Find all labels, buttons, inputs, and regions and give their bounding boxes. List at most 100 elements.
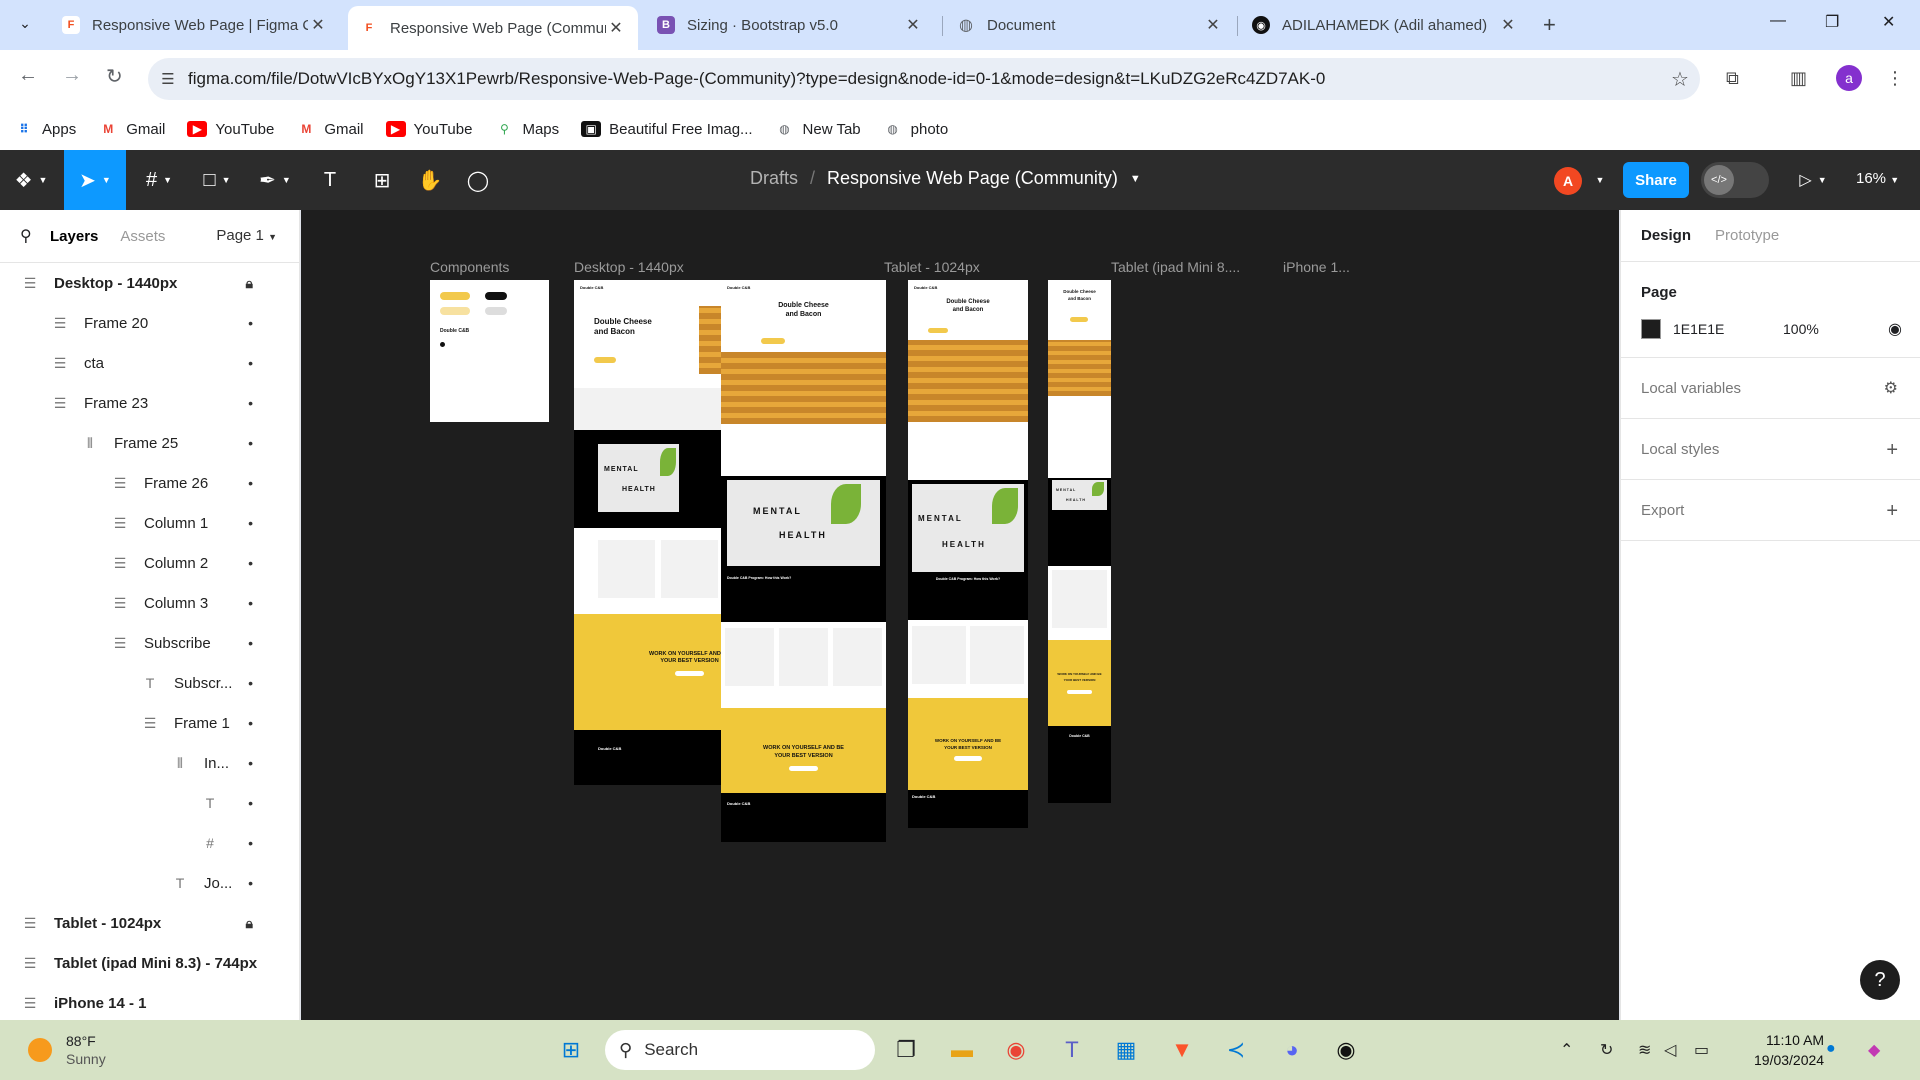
copilot-icon[interactable]: ◆ [1868,1040,1880,1060]
side-panel-icon[interactable]: ▥ [1790,68,1807,89]
layer-row[interactable]: ☰ Desktop - 1440px 🔒︎ [0,263,299,303]
layer-row[interactable]: ☰ Column 2 • [0,543,299,583]
layer-row[interactable]: ☰ Tablet (ipad Mini 8.3) - 744px [0,943,299,983]
bookmark-maps[interactable]: ⚲ Maps [494,121,559,138]
figma-main-menu-icon[interactable]: ❖ ▼ [6,150,56,210]
layer-dot-icon[interactable]: • [248,875,253,891]
task-view-icon[interactable]: ❐ [888,1032,924,1068]
close-tab-icon[interactable]: ✕ [1203,15,1223,35]
layer-dot-icon[interactable]: • [248,835,253,851]
layer-dot-icon[interactable]: • [248,715,253,731]
file-title[interactable]: Responsive Web Page (Community) [827,168,1118,190]
bookmark-star-icon[interactable]: ☆ [1660,67,1700,92]
notification-bell-icon[interactable]: ● [1826,1040,1836,1058]
sync-icon[interactable]: ↻ [1600,1040,1613,1060]
close-tab-icon[interactable]: ✕ [903,15,923,35]
layer-row[interactable]: ⦀ Frame 25 • [0,423,299,463]
layer-row[interactable]: ☰ Column 1 • [0,503,299,543]
design-canvas[interactable]: Components Desktop - 1440px Tablet - 102… [301,210,1619,1020]
tab-document[interactable]: ◍ Document ✕ [945,6,1235,44]
taskbar-search[interactable]: ⚲ Search [605,1030,875,1070]
page-fill-row[interactable]: 1E1E1E 100% ◉ [1621,301,1920,357]
move-tool-icon[interactable]: ➤ ▼ [64,150,126,210]
back-icon[interactable]: ← [18,64,38,87]
volume-icon[interactable]: ◁ [1664,1040,1676,1060]
layer-dot-icon[interactable]: • [248,555,253,571]
help-button[interactable]: ? [1860,960,1900,1000]
ipad-frame[interactable]: Double C&B Double Cheese and Bacon MENTA… [908,280,1028,828]
layer-row[interactable]: ☰ Frame 1 • [0,703,299,743]
bookmark-apps[interactable]: ⠿ Apps [14,121,76,138]
layer-row[interactable]: ☰ Frame 23 • [0,383,299,423]
layer-row[interactable]: ☰ Subscribe • [0,623,299,663]
frame-label-ipad[interactable]: Tablet (ipad Mini 8.... [1111,259,1240,275]
frame-label-desktop[interactable]: Desktop - 1440px [574,259,684,275]
layer-dot-icon[interactable]: • [248,315,253,331]
profile-avatar[interactable]: a [1836,65,1862,91]
system-clock[interactable]: 11:10 AM 19/03/2024 [1754,1030,1824,1070]
bookmark-gmail[interactable]: M Gmail [98,121,165,138]
minimize-icon[interactable]: — [1770,12,1786,30]
export-section[interactable]: Export + [1621,480,1920,541]
weather-widget[interactable]: 88°F Sunny [28,1032,106,1068]
layer-row[interactable]: ☰ Tablet - 1024px 🔒︎ [0,903,299,943]
bookmark-unsplash[interactable]: ▣ Beautiful Free Imag... [581,121,753,138]
layer-dot-icon[interactable]: • [248,595,253,611]
share-button[interactable]: Share [1623,162,1689,198]
page-selector[interactable]: Page 1 ▼ [216,227,277,244]
tab-bootstrap[interactable]: B Sizing · Bootstrap v5.0 ✕ [645,6,935,44]
restore-icon[interactable]: ❐ [1825,12,1839,32]
layer-dot-icon[interactable]: • [248,475,253,491]
site-settings-icon[interactable]: ☰ [148,70,188,88]
tab-search-icon[interactable]: ⌄ [12,10,38,36]
frame-tool-icon[interactable]: # ▼ [134,150,184,210]
variables-settings-icon[interactable]: ⚙ [1884,378,1898,398]
chevron-down-icon[interactable]: ▼ [1130,168,1141,190]
tab-assets[interactable]: Assets [120,228,165,245]
bookmark-photo[interactable]: ◍ photo [883,121,948,138]
lock-icon[interactable]: 🔒︎ [246,915,253,932]
battery-icon[interactable]: ▭ [1694,1040,1709,1060]
lock-icon[interactable]: 🔒︎ [246,275,253,292]
add-export-icon[interactable]: + [1886,500,1898,523]
hand-tool-icon[interactable]: ✋ [410,150,450,210]
shape-tool-icon[interactable]: □ ▼ [192,150,242,210]
layer-row[interactable]: ☰ iPhone 14 - 1 [0,983,299,1023]
page-opacity[interactable]: 100% [1783,321,1819,337]
zoom-level[interactable]: 16% ▼ [1856,170,1899,187]
tablet-frame[interactable]: Double C&B Double Cheese and Bacon MENTA… [721,280,886,842]
bookmark-youtube[interactable]: ▶ YouTube [187,121,274,138]
tab-figma-1[interactable]: F Responsive Web Page | Figma C ✕ [50,6,340,44]
store-icon[interactable]: ▦ [1108,1032,1144,1068]
bookmark-youtube-2[interactable]: ▶ YouTube [385,121,472,138]
layer-row[interactable]: T • [0,783,299,823]
layer-dot-icon[interactable]: • [248,795,253,811]
breadcrumb-drafts[interactable]: Drafts [750,168,798,190]
add-style-icon[interactable]: + [1886,439,1898,462]
pen-tool-icon[interactable]: ✒ ▼ [250,150,300,210]
resources-tool-icon[interactable]: ⊞ [362,150,402,210]
layer-row[interactable]: ☰ cta • [0,343,299,383]
vscode-icon[interactable]: ≺ [1218,1032,1254,1068]
layer-dot-icon[interactable]: • [248,355,253,371]
close-tab-icon[interactable]: ✕ [1498,15,1518,35]
layer-row[interactable]: T Subscr... • [0,663,299,703]
local-variables-section[interactable]: Local variables ⚙ [1621,358,1920,419]
iphone-frame[interactable]: Double Cheese and Bacon MENTAL HEALTH WO… [1048,280,1111,803]
layer-dot-icon[interactable]: • [248,675,253,691]
layer-dot-icon[interactable]: • [248,515,253,531]
layer-row[interactable]: ☰ Frame 26 • [0,463,299,503]
text-tool-icon[interactable]: T [310,150,350,210]
layer-row[interactable]: T Jo... • [0,863,299,903]
layer-dot-icon[interactable]: • [248,435,253,451]
layer-row[interactable]: ☰ Frame 20 • [0,303,299,343]
page-color-swatch[interactable] [1641,319,1661,339]
close-window-icon[interactable]: ✕ [1882,12,1895,32]
url-text[interactable]: figma.com/file/DotwVIcBYxOgY13X1Pewrb/Re… [188,69,1660,89]
reload-icon[interactable]: ↻ [106,64,123,89]
close-tab-icon[interactable]: ✕ [308,15,328,35]
layer-row[interactable]: # • [0,823,299,863]
tray-chevron-icon[interactable]: ⌃ [1560,1040,1573,1060]
layer-dot-icon[interactable]: • [248,395,253,411]
wifi-icon[interactable]: ≋ [1638,1040,1651,1060]
